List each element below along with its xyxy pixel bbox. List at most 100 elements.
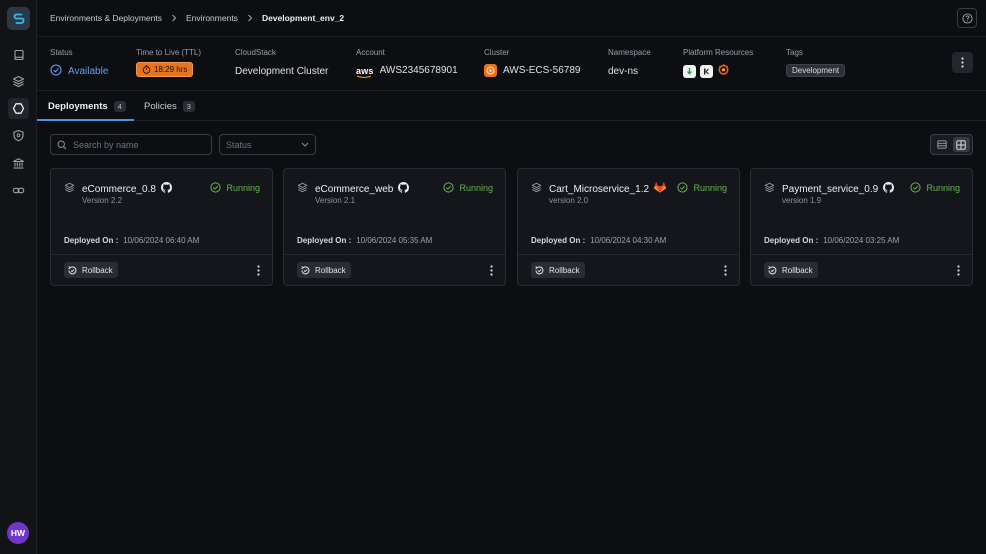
deployed-on: Deployed On :10/06/2024 04:30 AM <box>531 236 667 245</box>
deployment-card[interactable]: Cart_Microservice_1.2 version 2.0 Runnin… <box>517 168 740 286</box>
ttl-field: Time to Live (TTL) 18:29 hrs <box>136 48 201 77</box>
rollback-button[interactable]: Rollback <box>531 262 585 278</box>
environment-info-bar: Status Available Time to Live (TTL) 18:2… <box>37 37 986 91</box>
chevron-right-icon <box>247 14 253 22</box>
book-icon[interactable] <box>8 44 29 65</box>
tab-policies[interactable]: Policies 3 <box>144 91 195 121</box>
layers-icon <box>297 182 308 196</box>
grafana-icon[interactable] <box>717 63 730 79</box>
deployed-on: Deployed On :10/06/2024 06:40 AM <box>64 236 200 245</box>
help-button[interactable] <box>957 8 977 28</box>
card-more-button[interactable] <box>721 263 729 277</box>
deployment-name: Cart_Microservice_1.2 <box>549 182 667 196</box>
kebab-icon <box>256 264 260 276</box>
deployed-on: Deployed On :10/06/2024 03:25 AM <box>764 236 900 245</box>
account-label: Account <box>356 48 385 57</box>
card-more-button[interactable] <box>254 263 262 277</box>
chevron-right-icon <box>171 14 177 22</box>
status-badge: Running <box>210 182 260 193</box>
deployment-card[interactable]: eCommerce_0.8 Version 2.2 Running Deploy… <box>50 168 273 286</box>
check-circle-icon <box>677 182 689 193</box>
rollback-icon <box>301 265 310 274</box>
ttl-label: Time to Live (TTL) <box>136 48 202 57</box>
tags-field: Tags Development <box>786 48 846 77</box>
timer-icon <box>142 65 151 74</box>
environments-icon[interactable] <box>8 98 29 119</box>
search-icon <box>57 139 67 149</box>
tags-label: Tags <box>786 48 803 57</box>
card-more-button[interactable] <box>954 263 962 277</box>
check-circle-icon <box>443 182 455 193</box>
deployed-on: Deployed On :10/06/2024 05:35 AM <box>297 236 433 245</box>
layers-icon[interactable] <box>8 71 29 92</box>
divider <box>284 254 505 255</box>
layers-icon <box>764 182 775 196</box>
check-circle-icon <box>50 64 62 79</box>
list-view-icon <box>937 140 947 149</box>
search-box <box>50 134 212 155</box>
breadcrumb-item-environments-deployments[interactable]: Environments & Deployments <box>50 13 162 23</box>
cluster-field: Cluster AWS-ECS-56789 <box>484 48 580 77</box>
tab-count-badge: 3 <box>182 100 195 112</box>
breadcrumb: Environments & Deployments Environments … <box>37 0 986 37</box>
cluster-resource-icon[interactable] <box>700 64 713 78</box>
rollback-button[interactable]: Rollback <box>64 262 118 278</box>
bank-icon[interactable] <box>8 153 29 174</box>
deployment-version: Version 2.2 <box>82 196 123 205</box>
namespace-label: Namespace <box>608 48 651 57</box>
rollback-button[interactable]: Rollback <box>764 262 818 278</box>
search-input[interactable] <box>73 139 203 150</box>
ecs-cluster-icon <box>484 64 497 77</box>
tag-badge: Development <box>786 64 846 77</box>
rollback-icon <box>768 265 777 274</box>
breadcrumb-item-environments[interactable]: Environments <box>186 13 238 23</box>
user-avatar[interactable]: HW <box>7 522 29 544</box>
view-toggle <box>930 134 973 155</box>
deployment-card[interactable]: Payment_service_0.9 version 1.9 Running … <box>750 168 973 286</box>
account-value: AWS2345678901 <box>379 65 458 76</box>
account-field: Account aws AWS2345678901 <box>356 48 458 78</box>
cloudstack-label: CloudStack <box>235 48 276 57</box>
deployment-version: version 2.0 <box>549 196 589 205</box>
deployment-version: version 1.9 <box>782 196 822 205</box>
cloudstack-value: Development Cluster <box>235 66 329 77</box>
divider <box>51 254 272 255</box>
platform-resources-field: Platform Resources <box>683 48 753 79</box>
deployment-name: eCommerce_0.8 <box>82 182 172 196</box>
status-filter-placeholder: Status <box>226 139 252 150</box>
link-icon[interactable] <box>8 180 29 201</box>
sidebar: HW <box>0 0 37 554</box>
kebab-icon <box>489 264 493 276</box>
github-icon <box>883 182 895 196</box>
app-logo-icon[interactable] <box>7 7 30 30</box>
shield-icon[interactable] <box>8 125 29 146</box>
list-view-button[interactable] <box>933 137 951 152</box>
card-more-button[interactable] <box>487 263 495 277</box>
github-icon <box>160 182 172 196</box>
download-resource-icon[interactable] <box>683 64 696 78</box>
tab-label: Policies <box>144 100 177 112</box>
status-filter-select[interactable]: Status <box>219 134 316 155</box>
tab-deployments[interactable]: Deployments 4 <box>48 91 126 121</box>
divider <box>518 254 739 255</box>
rollback-icon <box>68 265 77 274</box>
cloudstack-field: CloudStack Development Cluster <box>235 48 328 77</box>
namespace-field: Namespace dev-ns <box>608 48 651 77</box>
deployment-version: Version 2.1 <box>315 196 356 205</box>
rollback-button[interactable]: Rollback <box>297 262 351 278</box>
active-tab-indicator <box>37 119 134 121</box>
kebab-icon <box>961 57 964 68</box>
check-circle-icon <box>210 182 222 193</box>
status-badge: Running <box>677 182 727 193</box>
deployment-card[interactable]: eCommerce_web Version 2.1 Running Deploy… <box>283 168 506 286</box>
chevron-down-icon <box>301 142 309 147</box>
cluster-label: Cluster <box>484 48 510 57</box>
grid-view-button[interactable] <box>952 137 970 152</box>
github-icon <box>398 182 410 196</box>
ttl-badge: 18:29 hrs <box>136 62 194 77</box>
layers-icon <box>531 182 542 196</box>
kebab-icon <box>956 264 960 276</box>
deployment-name: eCommerce_web <box>315 182 410 196</box>
more-options-button[interactable] <box>952 52 973 73</box>
status-badge: Running <box>910 182 960 193</box>
